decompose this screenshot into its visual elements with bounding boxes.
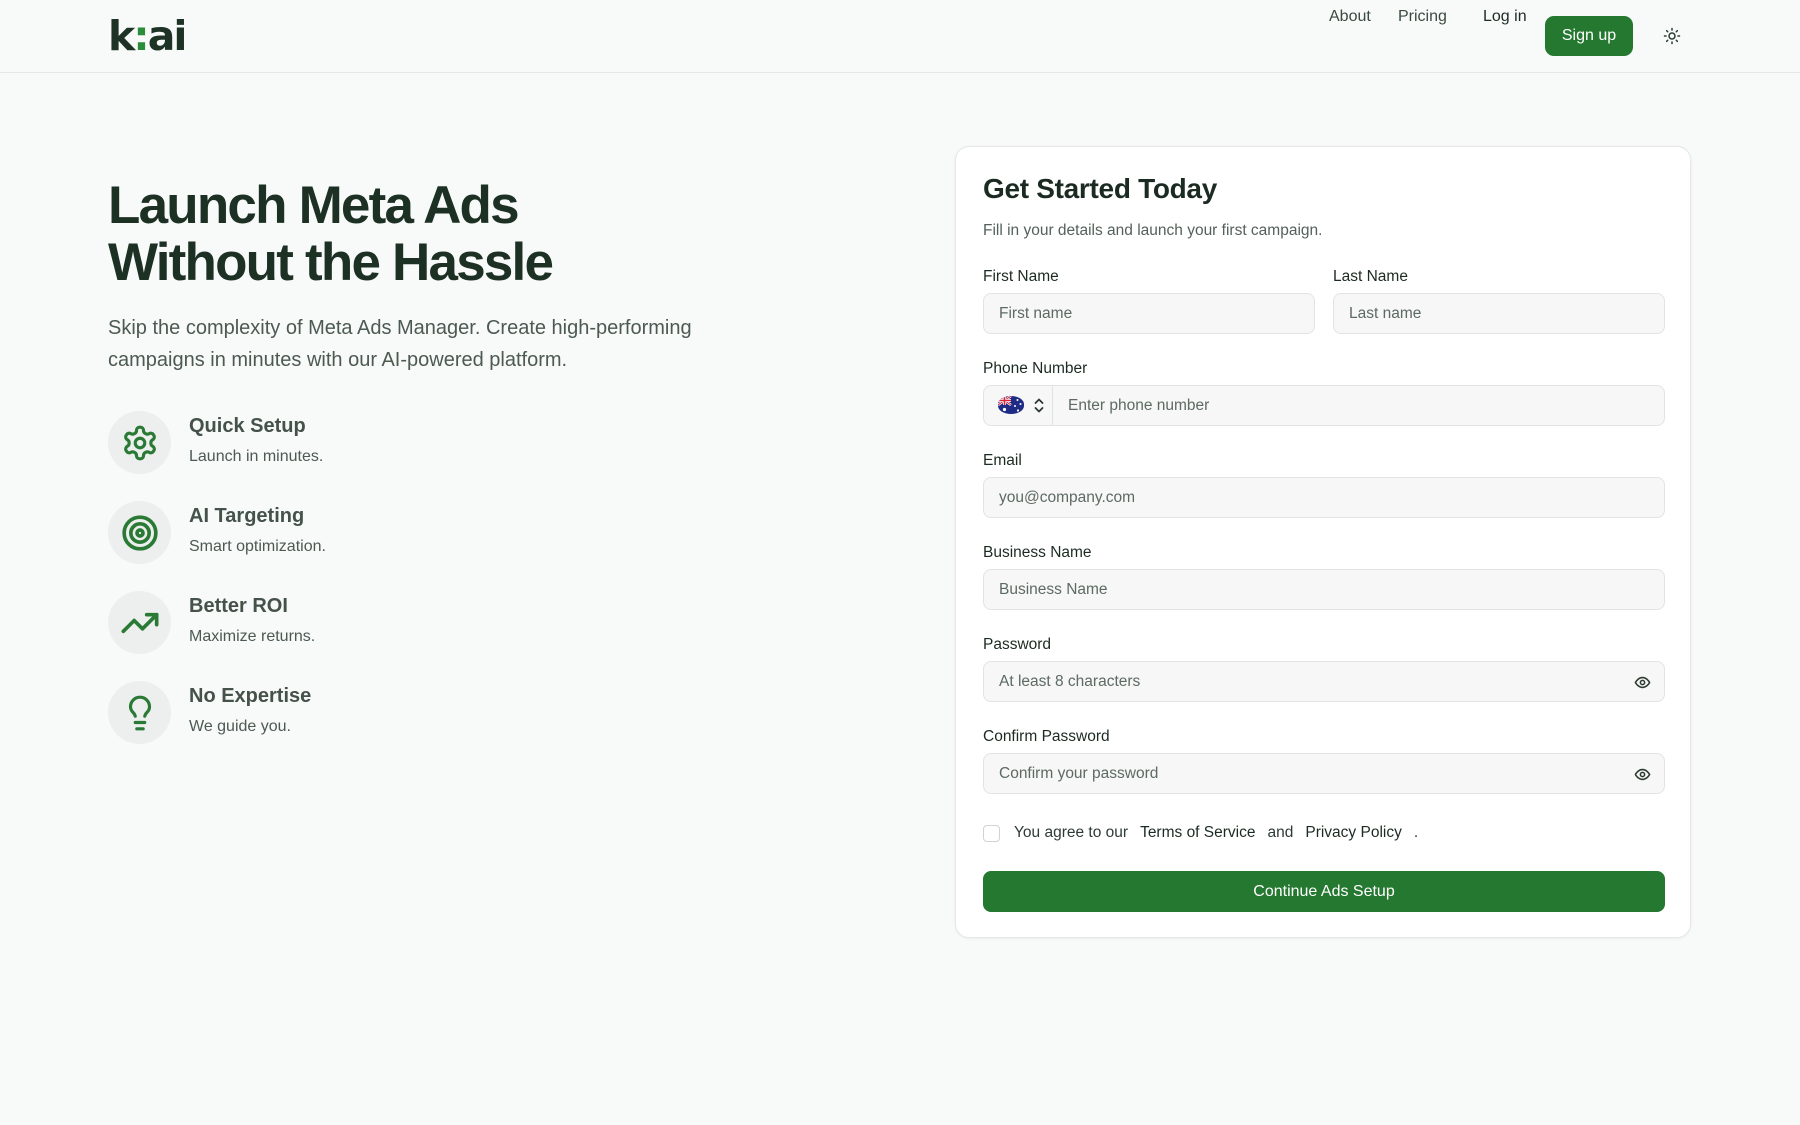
confirm-password-field[interactable]: [983, 753, 1665, 794]
feature-title: Better ROI: [189, 595, 288, 617]
business-name-label: Business Name: [983, 544, 1092, 561]
feature-icon-badge: [108, 411, 171, 474]
logo-colon: :: [133, 12, 149, 60]
feature-item: No Expertise We guide you.: [108, 681, 508, 745]
feature-icon-badge: [108, 591, 171, 654]
business-name-field[interactable]: [983, 569, 1665, 610]
agree-and: and: [1267, 824, 1294, 841]
chevrons-up-down-icon: [1034, 398, 1044, 413]
privacy-policy-link[interactable]: Privacy Policy: [1305, 824, 1401, 841]
signup-form-card: Get Started Today Fill in your details a…: [955, 146, 1691, 938]
agree-suffix: .: [1413, 824, 1419, 841]
form-title: Get Started Today: [983, 173, 1217, 204]
last-name-label: Last Name: [1333, 268, 1408, 285]
country-code-select[interactable]: [984, 386, 1053, 425]
login-link[interactable]: Log in: [1483, 8, 1527, 26]
feature-title: Quick Setup: [189, 415, 306, 437]
phone-number-field[interactable]: [1054, 386, 1664, 425]
feature-item: AI Targeting Smart optimization.: [108, 501, 508, 565]
feature-description: Launch in minutes.: [189, 448, 324, 465]
email-label: Email: [983, 452, 1022, 469]
trending-up-icon: [121, 612, 159, 633]
confirm-password-label: Confirm Password: [983, 728, 1110, 745]
continue-ads-setup-button[interactable]: Continue Ads Setup: [983, 871, 1665, 912]
phone-field-group: [983, 385, 1665, 426]
feature-title: No Expertise: [189, 685, 312, 707]
hero-title-line1: Launch Meta Ads: [108, 176, 520, 235]
email-field[interactable]: [983, 477, 1665, 518]
password-field[interactable]: [983, 661, 1665, 702]
australia-flag-icon: [998, 396, 1024, 414]
feature-icon-badge: [108, 501, 171, 564]
feature-description: Maximize returns.: [189, 628, 316, 645]
last-name-field[interactable]: [1333, 293, 1665, 334]
terms-of-service-link[interactable]: Terms of Service: [1140, 824, 1255, 841]
site-header: k:ai About Pricing Log in Sign up: [0, 0, 1800, 73]
hero-title-line2: Without the Hassle: [108, 233, 554, 292]
lightbulb-icon: [128, 695, 151, 730]
agree-prefix: You agree to our: [1014, 824, 1129, 841]
gear-icon: [123, 425, 156, 460]
show-password-toggle[interactable]: [1633, 673, 1651, 691]
signup-button[interactable]: Sign up: [1545, 16, 1633, 56]
feature-item: Quick Setup Launch in minutes.: [108, 411, 508, 475]
sun-icon: [1663, 27, 1681, 45]
nav-about-link[interactable]: About: [1329, 8, 1371, 26]
phone-label: Phone Number: [983, 360, 1088, 377]
terms-agreement-text: You agree to our Terms of Service and Priva…: [1014, 824, 1418, 842]
feature-icon-badge: [108, 681, 171, 744]
feature-description: Smart optimization.: [189, 538, 326, 555]
target-icon: [121, 514, 158, 551]
feature-title: AI Targeting: [189, 505, 305, 527]
feature-item: Better ROI Maximize returns.: [108, 591, 508, 655]
theme-toggle-button[interactable]: [1660, 24, 1684, 48]
form-subtitle: Fill in your details and launch your fir…: [983, 222, 1323, 239]
first-name-label: First Name: [983, 268, 1059, 285]
hero-title: Launch Meta Ads Without the Hassle: [108, 177, 748, 291]
password-label: Password: [983, 636, 1052, 653]
logo[interactable]: k:ai: [108, 12, 187, 60]
eye-icon: [1634, 676, 1650, 688]
hero-subtitle: Skip the complexity of Meta Ads Manager.…: [108, 317, 692, 371]
eye-icon: [1634, 768, 1650, 780]
first-name-field[interactable]: [983, 293, 1315, 334]
feature-description: We guide you.: [189, 718, 291, 735]
show-confirm-password-toggle[interactable]: [1633, 765, 1651, 783]
terms-checkbox[interactable]: [983, 825, 1000, 842]
nav-pricing-link[interactable]: Pricing: [1398, 8, 1447, 26]
